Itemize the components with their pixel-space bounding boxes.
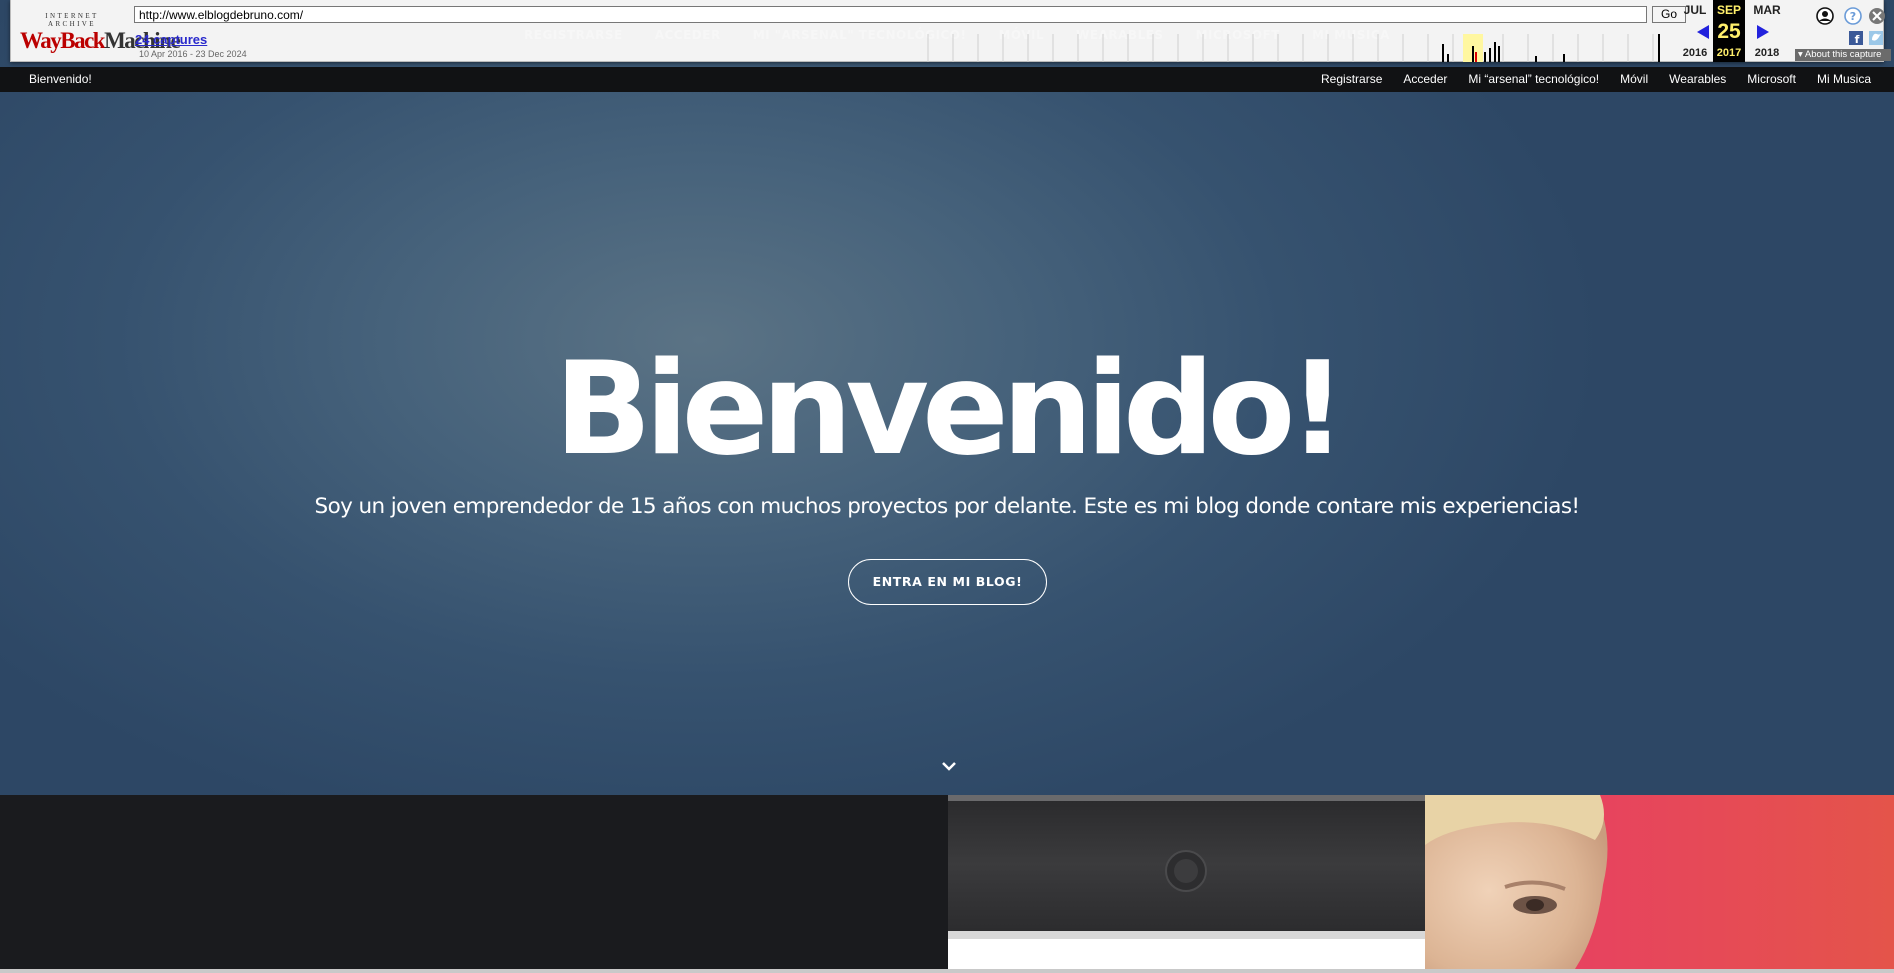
post-thumbnail-portrait[interactable]: [1425, 795, 1894, 969]
nav-microsoft[interactable]: Microsoft: [1747, 72, 1796, 86]
site-menu: Registrarse Acceder Mi “arsenal” tecnoló…: [1300, 72, 1871, 86]
captures-date-range: 10 Apr 2016 - 23 Dec 2024: [139, 49, 247, 59]
nav-registrarse[interactable]: Registrarse: [1321, 72, 1382, 86]
close-icon[interactable]: [1869, 8, 1885, 24]
nav-acceder[interactable]: Acceder: [1403, 72, 1447, 86]
wayback-toolbar: REGISTRARSE ACCEDER MI "ARSENAL" TECNOLÓ…: [10, 0, 1891, 62]
site-navbar: Bienvenido! Registrarse Acceder Mi “arse…: [0, 67, 1894, 92]
wayback-logo[interactable]: INTERNET ARCHIVE WayBackMachine: [20, 12, 181, 53]
bottom-dark-panel: [0, 795, 948, 969]
post-thumbnail-device[interactable]: [948, 795, 1425, 969]
svg-text:f: f: [1855, 33, 1860, 46]
next-arrow-icon[interactable]: [1755, 24, 1771, 40]
nav-arsenal[interactable]: Mi “arsenal” tecnológico!: [1468, 72, 1599, 86]
nav-mi-musica[interactable]: Mi Musica: [1817, 72, 1871, 86]
prev-month-label[interactable]: JUL: [1677, 3, 1713, 17]
next-year-label[interactable]: 2018: [1745, 47, 1789, 59]
enter-blog-button[interactable]: ENTRA EN MI BLOG!: [848, 559, 1047, 605]
ghost-nav-item: REGISTRARSE: [524, 28, 623, 42]
wayback-logo-wordmark: WayBackMachine: [20, 28, 181, 53]
help-icon[interactable]: ?: [1844, 7, 1862, 25]
ghost-nav-item: ACCEDER: [654, 28, 721, 42]
window-bottom-edge: [0, 969, 1894, 973]
hero-title: Bienvenido!: [554, 335, 1347, 484]
next-month-label[interactable]: MAR: [1745, 3, 1789, 17]
current-day-label: 25: [1717, 20, 1741, 43]
chevron-down-icon[interactable]: [938, 757, 960, 775]
hero-subtitle: Soy un joven emprendedor de 15 años con …: [314, 494, 1581, 519]
svg-text:?: ?: [1850, 10, 1856, 23]
captures-sparkline[interactable]: [926, 34, 1677, 62]
user-icon[interactable]: [1816, 7, 1834, 25]
hero-section: Bienvenido! Soy un joven emprendedor de …: [0, 0, 1894, 795]
wayback-url-input[interactable]: http://www.elblogdebruno.com/: [134, 6, 1647, 23]
current-month-label: SEP: [1716, 3, 1741, 17]
twitter-icon[interactable]: [1869, 31, 1883, 45]
prev-arrow-icon[interactable]: [1695, 24, 1711, 40]
nav-wearables[interactable]: Wearables: [1669, 72, 1726, 86]
facebook-icon[interactable]: f: [1849, 31, 1863, 46]
wayback-logo-top: INTERNET ARCHIVE: [45, 12, 99, 28]
captures-link[interactable]: 24 captures: [135, 32, 207, 47]
nav-movil[interactable]: Móvil: [1620, 72, 1648, 86]
prev-year-label[interactable]: 2016: [1677, 47, 1713, 59]
about-capture-toggle[interactable]: ▾ About this capture: [1795, 49, 1891, 61]
current-year-label: 2017: [1716, 47, 1742, 59]
site-brand-link[interactable]: Bienvenido!: [29, 72, 92, 86]
capture-calendar: JUL SEP MAR 25 2016 2017 2018: [1677, 0, 1789, 62]
